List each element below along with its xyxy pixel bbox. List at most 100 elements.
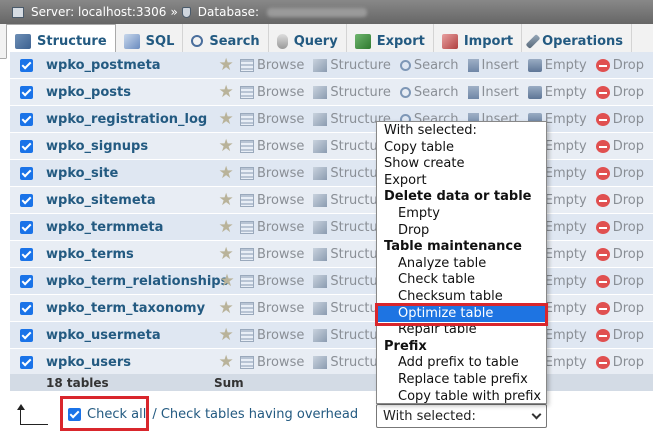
drop-action[interactable]: Drop — [595, 247, 644, 262]
check-overhead-link[interactable]: / Check tables having overhead — [152, 407, 358, 422]
table-name-link[interactable]: wpko_signups — [46, 139, 212, 154]
browse-action[interactable]: Browse — [240, 112, 304, 127]
table-name-link[interactable]: wpko_sitemeta — [46, 193, 212, 208]
drop-action[interactable]: Drop — [595, 166, 644, 181]
table-name-link[interactable]: wpko_term_relationships — [46, 274, 228, 289]
table-name-link[interactable]: wpko_termmeta — [46, 220, 212, 235]
browse-action[interactable]: Browse — [240, 139, 304, 154]
browse-action[interactable]: Browse — [240, 355, 304, 370]
drop-label: Drop — [612, 111, 644, 127]
table-row: wpko_term_relationships★BrowseStructureS… — [10, 268, 653, 295]
table-row: wpko_termmeta★BrowseStructureSearchInser… — [10, 214, 653, 241]
dropdown-option[interactable]: Drop — [377, 223, 546, 240]
row-checkbox[interactable] — [20, 85, 33, 99]
insert-icon — [467, 85, 479, 99]
favorite-star-icon[interactable]: ★ — [212, 136, 240, 156]
favorite-star-icon[interactable]: ★ — [212, 163, 240, 183]
search-icon — [399, 86, 411, 98]
browse-action[interactable]: Browse — [240, 328, 304, 343]
insert-action[interactable]: Insert — [467, 58, 519, 73]
dropdown-option[interactable]: Check table — [377, 272, 546, 289]
dropdown-option[interactable]: Add prefix to table — [377, 355, 546, 372]
empty-action[interactable]: Empty — [527, 85, 587, 100]
drop-label: Drop — [612, 219, 644, 235]
browse-action[interactable]: Browse — [240, 193, 304, 208]
row-checkbox[interactable] — [20, 328, 33, 342]
empty-icon — [527, 58, 542, 72]
summary-row: 18 tables Sum — [10, 374, 653, 391]
favorite-star-icon[interactable]: ★ — [212, 352, 240, 372]
table-name-link[interactable]: wpko_posts — [46, 85, 212, 100]
row-checkbox[interactable] — [20, 112, 33, 126]
database-icon — [181, 6, 191, 18]
drop-action[interactable]: Drop — [595, 328, 644, 343]
table-name-link[interactable]: wpko_term_taxonomy — [46, 301, 212, 316]
dropdown-option[interactable]: Copy table with prefix — [377, 389, 546, 406]
browse-label: Browse — [257, 165, 305, 181]
row-checkbox[interactable] — [20, 274, 33, 288]
favorite-star-icon[interactable]: ★ — [212, 82, 240, 102]
row-checkbox[interactable] — [20, 220, 33, 234]
dropdown-option[interactable]: Replace table prefix — [377, 372, 546, 389]
drop-action[interactable]: Drop — [595, 219, 644, 235]
table-name-link[interactable]: wpko_terms — [46, 247, 212, 262]
dropdown-option[interactable]: Empty — [377, 206, 546, 223]
browse-action[interactable]: Browse — [240, 166, 304, 181]
drop-action[interactable]: Drop — [595, 193, 644, 208]
empty-label: Empty — [544, 111, 587, 127]
table-name-link[interactable]: wpko_users — [46, 355, 212, 370]
drop-action[interactable]: Drop — [595, 301, 644, 316]
favorite-star-icon[interactable]: ★ — [214, 271, 240, 291]
with-selected-select[interactable]: With selected: — [376, 404, 547, 428]
favorite-star-icon[interactable]: ★ — [212, 244, 240, 264]
browse-icon — [240, 328, 254, 342]
breadcrumb-database[interactable]: Database: — [198, 5, 259, 19]
export-icon — [354, 33, 371, 49]
row-checkbox[interactable] — [20, 247, 33, 261]
table-name-link[interactable]: wpko_site — [46, 166, 212, 181]
structure-action[interactable]: Structure — [313, 84, 391, 100]
browse-action[interactable]: Browse — [240, 58, 304, 73]
row-checkbox[interactable] — [20, 355, 33, 369]
drop-action[interactable]: Drop — [595, 355, 644, 370]
drop-action[interactable]: Drop — [595, 85, 644, 100]
table-name-link[interactable]: wpko_usermeta — [46, 328, 212, 343]
drop-action[interactable]: Drop — [595, 139, 644, 154]
dropdown-option[interactable]: Copy table — [377, 140, 546, 157]
row-checkbox[interactable] — [20, 58, 33, 72]
search-action[interactable]: Search — [399, 85, 459, 100]
dropdown-option[interactable]: Show create — [377, 156, 546, 173]
empty-action[interactable]: Empty — [527, 58, 587, 73]
favorite-star-icon[interactable]: ★ — [212, 55, 240, 75]
drop-action[interactable]: Drop — [595, 58, 644, 73]
dropdown-option[interactable]: Export — [377, 173, 546, 190]
dropdown-option[interactable]: Analyze table — [377, 256, 546, 273]
browse-label: Browse — [257, 354, 305, 370]
drop-action[interactable]: Drop — [595, 111, 644, 127]
empty-label: Empty — [544, 246, 587, 262]
favorite-star-icon[interactable]: ★ — [212, 325, 240, 345]
favorite-star-icon[interactable]: ★ — [212, 190, 240, 210]
breadcrumb-server[interactable]: Server: localhost:3306 — [31, 5, 166, 19]
dropdown-option[interactable]: With selected: — [377, 123, 546, 140]
browse-action[interactable]: Browse — [240, 274, 304, 289]
row-checkbox[interactable] — [20, 166, 33, 180]
row-checkbox[interactable] — [20, 301, 33, 315]
selected-option-highlight — [375, 302, 548, 326]
drop-action[interactable]: Drop — [595, 274, 644, 289]
table-name-link[interactable]: wpko_registration_log — [46, 112, 212, 127]
browse-action[interactable]: Browse — [240, 220, 304, 235]
favorite-star-icon[interactable]: ★ — [212, 217, 240, 237]
insert-action[interactable]: Insert — [467, 85, 519, 100]
favorite-star-icon[interactable]: ★ — [212, 298, 240, 318]
row-checkbox[interactable] — [20, 139, 33, 153]
favorite-star-icon[interactable]: ★ — [212, 109, 240, 129]
structure-label: Structure — [330, 84, 391, 100]
search-action[interactable]: Search — [399, 58, 459, 73]
browse-action[interactable]: Browse — [240, 301, 304, 316]
browse-action[interactable]: Browse — [240, 85, 304, 100]
table-name-link[interactable]: wpko_postmeta — [46, 58, 212, 73]
row-checkbox[interactable] — [20, 193, 33, 207]
browse-action[interactable]: Browse — [240, 247, 304, 262]
structure-action[interactable]: Structure — [313, 58, 391, 73]
